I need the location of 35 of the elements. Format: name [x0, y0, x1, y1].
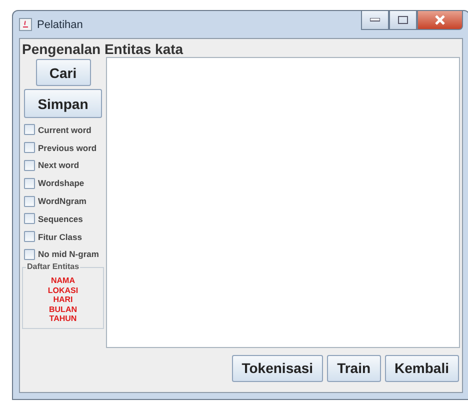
- back-button[interactable]: Kembali: [384, 354, 459, 382]
- checkbox[interactable]: [24, 231, 35, 242]
- form-heading: Pengenalan Entitas kata: [22, 41, 184, 57]
- checkbox[interactable]: [24, 178, 35, 189]
- checkbox[interactable]: [24, 248, 35, 260]
- minimize-button[interactable]: [361, 11, 389, 30]
- checkbox-label: No mid N-gram: [38, 249, 99, 260]
- checkbox-label: Sequences: [38, 214, 83, 224]
- entity-label: HARI: [53, 295, 73, 305]
- save-button[interactable]: Simpan: [24, 89, 102, 118]
- search-button[interactable]: Cari: [36, 59, 90, 86]
- checkbox[interactable]: [24, 160, 35, 171]
- close-icon: [434, 15, 446, 25]
- train-button[interactable]: Train: [327, 354, 381, 382]
- maximize-icon: [398, 16, 408, 24]
- checkbox-label: WordNgram: [38, 196, 86, 206]
- tokenize-button[interactable]: Tokenisasi: [232, 354, 324, 382]
- checkbox-label: Wordshape: [38, 178, 84, 188]
- close-button[interactable]: [417, 11, 463, 30]
- checkbox[interactable]: [24, 213, 35, 224]
- checkbox[interactable]: [24, 124, 35, 136]
- entity-label: TAHUN: [49, 314, 77, 324]
- maximize-button[interactable]: [389, 11, 417, 30]
- entity-label: NAMA: [51, 276, 75, 286]
- checkbox[interactable]: [24, 142, 35, 154]
- panel-title: Daftar Entitas: [26, 262, 80, 272]
- checkbox-label: Next word: [38, 160, 80, 170]
- checkbox-label: Current word: [38, 124, 92, 135]
- checkbox[interactable]: [24, 196, 35, 207]
- window-title: Pelatihan: [37, 18, 83, 30]
- checkbox-label: Previous word: [38, 142, 97, 153]
- entity-label: LOKASI: [48, 286, 78, 296]
- checkbox-label: Fitur Class: [38, 232, 82, 242]
- entity-label: BULAN: [49, 304, 77, 314]
- minimize-icon: [370, 18, 380, 22]
